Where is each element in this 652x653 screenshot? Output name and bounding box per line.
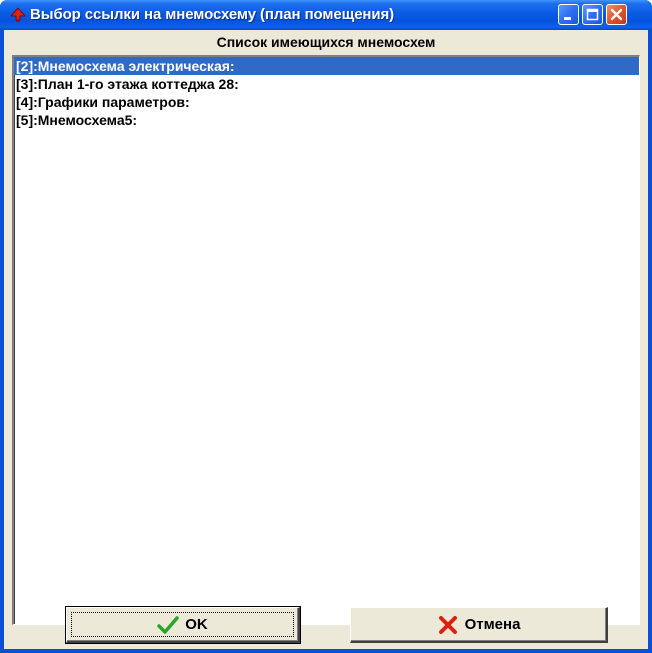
list-item[interactable]: [3]:План 1-го этажа коттеджа 28: — [14, 75, 639, 93]
title-bar[interactable]: Выбор ссылки на мнемосхему (план помещен… — [0, 0, 652, 30]
mnemoscheme-list[interactable]: [2]:Мнемосхема электрическая: [3]:План 1… — [12, 55, 640, 625]
minimize-button[interactable] — [558, 4, 579, 25]
cancel-button[interactable]: Отмена — [350, 607, 608, 643]
list-header: Список имеющихся мнемосхем — [4, 30, 648, 54]
close-button[interactable] — [606, 4, 627, 25]
close-icon — [610, 8, 623, 21]
list-item[interactable]: [5]:Мнемосхема5: — [14, 111, 639, 129]
checkmark-icon — [157, 615, 179, 634]
list-item[interactable]: [2]:Мнемосхема электрическая: — [14, 57, 639, 75]
cancel-button-label: Отмена — [464, 616, 521, 633]
ok-button-label: OK — [185, 616, 208, 633]
dialog-body: Список имеющихся мнемосхем [2]:Мнемосхем… — [4, 30, 648, 649]
x-mark-icon — [438, 615, 457, 634]
focus-rectangle — [71, 612, 294, 637]
app-icon — [10, 7, 26, 22]
maximize-icon — [586, 8, 599, 21]
minimize-icon — [564, 17, 571, 20]
window-title: Выбор ссылки на мнемосхему (план помещен… — [30, 6, 395, 23]
ok-button[interactable]: OK — [65, 606, 301, 644]
maximize-button[interactable] — [582, 4, 603, 25]
list-item[interactable]: [4]:Графики параметров: — [14, 93, 639, 111]
dialog-window: Выбор ссылки на мнемосхему (план помещен… — [0, 0, 652, 653]
